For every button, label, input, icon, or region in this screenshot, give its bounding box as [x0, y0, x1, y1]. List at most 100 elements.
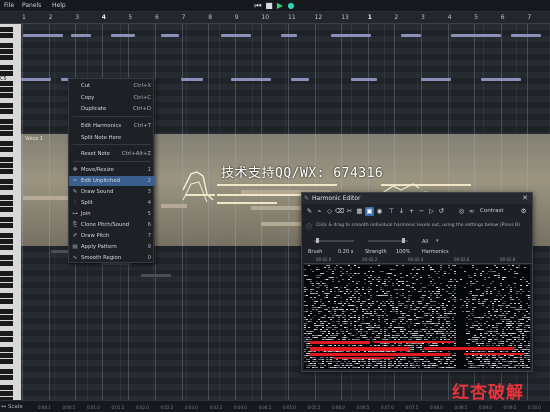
- piano-black-key[interactable]: [0, 217, 13, 222]
- piano-black-key[interactable]: [0, 261, 13, 266]
- piano-black-key[interactable]: [0, 385, 13, 390]
- piano-black-key[interactable]: [0, 27, 13, 32]
- note-block[interactable]: [21, 78, 51, 81]
- piano-black-key[interactable]: [0, 131, 13, 136]
- piano-black-key[interactable]: [0, 331, 13, 336]
- piano-black-key[interactable]: [0, 239, 13, 244]
- piano-black-key[interactable]: [0, 277, 13, 282]
- harmonic-band[interactable]: [310, 353, 450, 356]
- context-menu-item-clone-pitch-sound[interactable]: ⎘ Clone Pitch/Sound 6: [69, 220, 155, 230]
- chevron-down-icon[interactable]: ▾: [436, 238, 439, 244]
- piano-black-key[interactable]: [0, 369, 13, 374]
- pitch-segment[interactable]: [185, 194, 215, 196]
- note-block[interactable]: [71, 34, 91, 37]
- harmonic-band[interactable]: [374, 341, 454, 343]
- piano-black-key[interactable]: [0, 141, 13, 146]
- note-block[interactable]: [111, 34, 135, 37]
- brush-tool-icon[interactable]: ⌁: [315, 207, 324, 216]
- pitch-segment[interactable]: [381, 184, 471, 186]
- note-block[interactable]: [161, 34, 179, 37]
- context-menu-item-draw-pitch[interactable]: ✐ Draw Pitch 7: [69, 231, 155, 241]
- piano-black-key[interactable]: [0, 93, 13, 98]
- piano-black-key[interactable]: [0, 103, 13, 108]
- note-block[interactable]: [291, 78, 309, 81]
- note-block[interactable]: [481, 78, 521, 81]
- settings-gear-icon[interactable]: ⚙: [519, 207, 528, 216]
- context-menu-item-move-resize[interactable]: ✥ Move/Resize 1: [69, 165, 155, 175]
- strength-slider-knob[interactable]: [402, 238, 405, 243]
- grid-tool-icon[interactable]: ▦: [355, 207, 364, 216]
- harmonic-spectrogram[interactable]: [304, 265, 530, 369]
- context-menu-item-smooth-region[interactable]: ∿ Smooth Region 0: [69, 253, 155, 263]
- cut-tool-icon[interactable]: ✂: [345, 207, 354, 216]
- piano-black-key[interactable]: [0, 375, 13, 380]
- piano-black-key[interactable]: [0, 293, 13, 298]
- piano-black-key[interactable]: [0, 391, 13, 396]
- piano-keyboard[interactable]: C5: [0, 24, 21, 400]
- context-menu-item-copy[interactable]: Copy Ctrl+C: [69, 93, 155, 103]
- erase-tool-icon[interactable]: ⌫: [335, 207, 344, 216]
- rewind-icon[interactable]: ⏮: [253, 1, 263, 11]
- harmonic-tool-icon[interactable]: ▣: [365, 207, 374, 216]
- piano-black-key[interactable]: [0, 71, 13, 76]
- piano-black-key[interactable]: [0, 255, 13, 260]
- piano-black-key[interactable]: [0, 245, 13, 250]
- piano-black-key[interactable]: [0, 185, 13, 190]
- pitch-segment[interactable]: [217, 202, 277, 204]
- piano-black-key[interactable]: [0, 223, 13, 228]
- piano-black-key[interactable]: [0, 43, 13, 48]
- piano-black-key[interactable]: [0, 147, 13, 152]
- track-note[interactable]: [161, 204, 187, 208]
- note-block[interactable]: [451, 34, 501, 37]
- note-block[interactable]: [351, 78, 377, 81]
- piano-black-key[interactable]: [0, 163, 13, 168]
- piano-black-key[interactable]: [0, 33, 13, 38]
- note-block[interactable]: [511, 34, 541, 37]
- harmonic-band[interactable]: [334, 357, 394, 359]
- plus-icon[interactable]: +: [407, 207, 416, 216]
- context-menu-item-duplicate[interactable]: Duplicate Ctrl+D: [69, 104, 155, 114]
- piano-black-key[interactable]: [0, 109, 13, 114]
- note-block[interactable]: [231, 78, 271, 81]
- piano-black-key[interactable]: [0, 169, 13, 174]
- brush-slider[interactable]: [314, 240, 354, 242]
- piano-black-key[interactable]: [0, 347, 13, 352]
- context-menu-item-edit-unpitched[interactable]: ≈ Edit Unpitched 2: [69, 176, 155, 186]
- piano-black-key[interactable]: [0, 337, 13, 342]
- piano-black-key[interactable]: [0, 207, 13, 212]
- harmonic-band[interactable]: [424, 347, 514, 350]
- stop-icon[interactable]: ■: [264, 1, 274, 11]
- context-menu-item-split[interactable]: ⫶ Split 4: [69, 198, 155, 208]
- camera-tool-icon[interactable]: ◉: [375, 207, 384, 216]
- close-icon[interactable]: ✕: [522, 194, 528, 202]
- timeline-ruler[interactable]: 1234567891011121312345678: [0, 12, 550, 24]
- piano-black-key[interactable]: [0, 321, 13, 326]
- piano-black-key[interactable]: [0, 315, 13, 320]
- harmonic-band[interactable]: [464, 353, 524, 355]
- harmonic-band[interactable]: [310, 347, 410, 351]
- undo-icon[interactable]: ↺: [437, 207, 446, 216]
- record-icon[interactable]: ●: [286, 1, 296, 11]
- link-icon[interactable]: ∞: [467, 207, 476, 216]
- note-block[interactable]: [401, 34, 421, 37]
- align-top-icon[interactable]: ⊤: [387, 207, 396, 216]
- smooth-tool-icon[interactable]: ◇: [325, 207, 334, 216]
- pencil-tool-icon[interactable]: ✎: [305, 207, 314, 216]
- piano-black-key[interactable]: [0, 55, 13, 60]
- context-menu-item-draw-sound[interactable]: ✎ Draw Sound 3: [69, 187, 155, 197]
- piano-black-key[interactable]: [0, 125, 13, 130]
- brush-slider-knob[interactable]: [316, 238, 319, 243]
- menu-help[interactable]: Help: [52, 2, 66, 9]
- piano-black-key[interactable]: [0, 195, 13, 200]
- pitch-segment[interactable]: [217, 184, 337, 186]
- menu-file[interactable]: File: [4, 2, 14, 9]
- context-menu-item-apply-pattern[interactable]: ▤ Apply Pattern 9: [69, 242, 155, 252]
- piano-black-key[interactable]: [0, 271, 13, 276]
- context-menu-item-edit-harmonics[interactable]: Edit Harmonics Ctrl+T: [69, 121, 155, 131]
- note-block[interactable]: [141, 274, 171, 277]
- minus-icon[interactable]: −: [417, 207, 426, 216]
- note-block[interactable]: [281, 34, 297, 37]
- piano-black-key[interactable]: [0, 87, 13, 92]
- context-menu-item-reset-note[interactable]: Reset Note Ctrl+Alt+Z: [69, 149, 155, 159]
- piano-black-key[interactable]: [0, 65, 13, 70]
